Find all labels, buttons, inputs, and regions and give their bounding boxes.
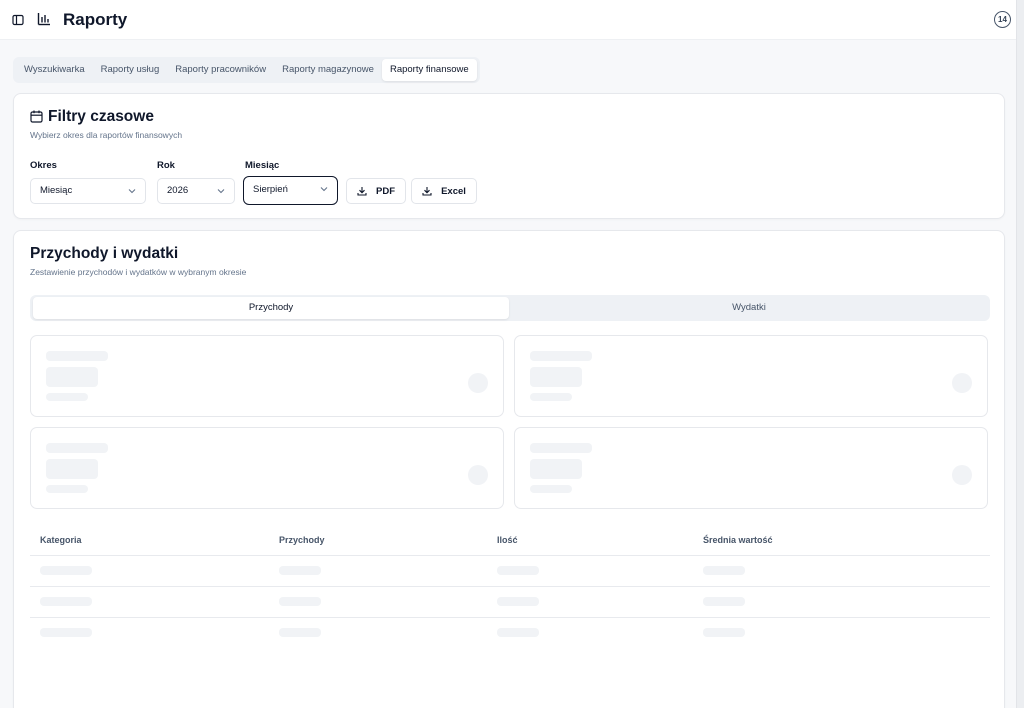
- income-expenses-card: Przychody i wydatki Zestawienie przychod…: [13, 230, 1005, 708]
- export-excel-button[interactable]: Excel: [411, 178, 477, 204]
- month-select[interactable]: Sierpień: [243, 176, 338, 205]
- bar-chart-icon: [37, 13, 50, 26]
- income-expenses-title: Przychody i wydatki: [30, 245, 179, 262]
- tab-raporty-uslug[interactable]: Raporty usług: [93, 59, 168, 81]
- page-title: Raporty: [63, 10, 128, 29]
- income-expenses-subtitle: Zestawienie przychodów i wydatków w wybr…: [30, 267, 247, 277]
- income-expenses-toggle: Przychody Wydatki: [30, 295, 990, 321]
- year-select[interactable]: 2026: [157, 178, 235, 204]
- app-header: Raporty 14: [0, 0, 1016, 40]
- chevron-down-icon: [128, 189, 136, 194]
- sidebar-toggle-icon[interactable]: [12, 14, 24, 26]
- stat-card-skeleton: [514, 427, 988, 509]
- tab-wydatki[interactable]: Wydatki: [511, 297, 987, 319]
- notification-badge[interactable]: 14: [994, 11, 1011, 28]
- download-icon: [357, 187, 367, 196]
- tab-raporty-magazynowe[interactable]: Raporty magazynowe: [274, 59, 382, 81]
- period-label: Okres: [30, 160, 57, 171]
- year-label: Rok: [157, 160, 175, 171]
- column-header-przychody[interactable]: Przychody: [279, 535, 325, 545]
- page-scrollbar[interactable]: [1016, 0, 1024, 708]
- period-select-value: Miesiąc: [40, 185, 73, 196]
- tab-przychody[interactable]: Przychody: [33, 297, 509, 319]
- stat-card-skeleton: [514, 335, 988, 417]
- stat-card-skeleton: [30, 335, 504, 417]
- table-row: [30, 586, 990, 617]
- chevron-down-icon: [320, 187, 328, 192]
- export-pdf-label: PDF: [376, 185, 395, 197]
- period-select[interactable]: Miesiąc: [30, 178, 146, 204]
- filters-subtitle: Wybierz okres dla raportów finansowych: [30, 130, 183, 140]
- table-row: [30, 555, 990, 586]
- calendar-icon: [30, 110, 43, 123]
- month-select-value: Sierpień: [253, 184, 288, 195]
- tab-raporty-pracownikow[interactable]: Raporty pracowników: [167, 59, 274, 81]
- column-header-ilosc[interactable]: Ilość: [497, 535, 518, 545]
- export-excel-label: Excel: [441, 185, 466, 197]
- month-label: Miesiąc: [245, 160, 280, 171]
- filters-card: Filtry czasowe Wybierz okres dla raportó…: [13, 93, 1005, 219]
- year-select-value: 2026: [167, 185, 189, 196]
- report-tabs: Wyszukiwarka Raporty usług Raporty praco…: [13, 57, 480, 83]
- download-icon: [422, 187, 432, 196]
- filters-title: Filtry czasowe: [48, 108, 154, 125]
- chevron-down-icon: [217, 189, 225, 194]
- tab-raporty-finansowe[interactable]: Raporty finansowe: [381, 59, 477, 81]
- export-pdf-button[interactable]: PDF: [346, 178, 406, 204]
- column-header-srednia-wartosc[interactable]: Średnia wartość: [703, 535, 773, 545]
- table-row: [30, 617, 990, 648]
- stat-card-skeleton: [30, 427, 504, 509]
- tab-wyszukiwarka[interactable]: Wyszukiwarka: [16, 59, 93, 81]
- column-header-kategoria[interactable]: Kategoria: [40, 535, 82, 545]
